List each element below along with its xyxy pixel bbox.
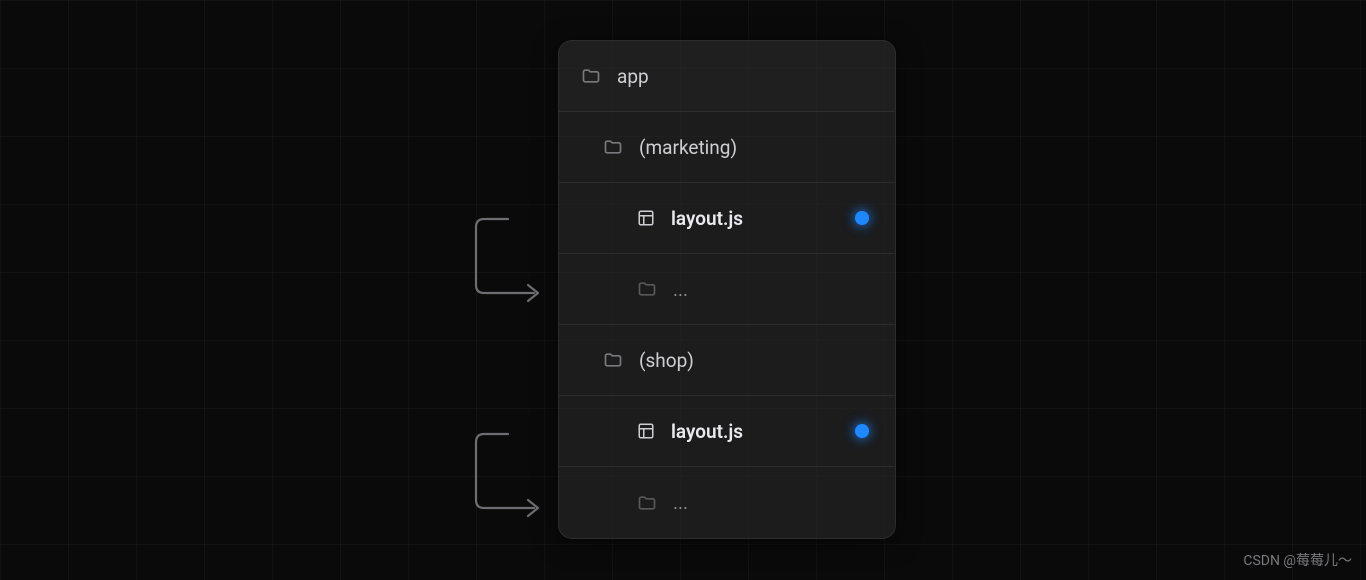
- file-tree-panel: app (marketing) layout.js ...: [558, 40, 896, 539]
- layout-icon: [637, 209, 655, 227]
- watermark: CSDN @莓莓儿～: [1243, 550, 1352, 570]
- tree-label: layout.js: [671, 207, 743, 230]
- tree-label: (marketing): [639, 136, 737, 159]
- tree-label: layout.js: [671, 420, 743, 443]
- arrow-to-marketing: [472, 215, 550, 301]
- tree-row-shop[interactable]: (shop): [559, 325, 895, 396]
- arrow-to-shop: [472, 430, 550, 516]
- tree-label: ...: [673, 491, 688, 514]
- tree-row-more-shop[interactable]: ...: [559, 467, 895, 538]
- tree-row-marketing[interactable]: (marketing): [559, 112, 895, 183]
- tree-row-more-marketing[interactable]: ...: [559, 254, 895, 325]
- folder-icon: [637, 493, 657, 513]
- highlight-dot-icon: [855, 424, 869, 438]
- tree-label: (shop): [639, 349, 694, 372]
- folder-icon: [603, 350, 623, 370]
- tree-label: app: [617, 65, 649, 88]
- folder-icon: [603, 137, 623, 157]
- tree-label: ...: [673, 278, 688, 301]
- tree-row-layout-marketing[interactable]: layout.js: [559, 183, 895, 254]
- layout-icon: [637, 422, 655, 440]
- tree-row-app[interactable]: app: [559, 41, 895, 112]
- folder-icon: [637, 279, 657, 299]
- highlight-dot-icon: [855, 211, 869, 225]
- tree-row-layout-shop[interactable]: layout.js: [559, 396, 895, 467]
- folder-icon: [581, 66, 601, 86]
